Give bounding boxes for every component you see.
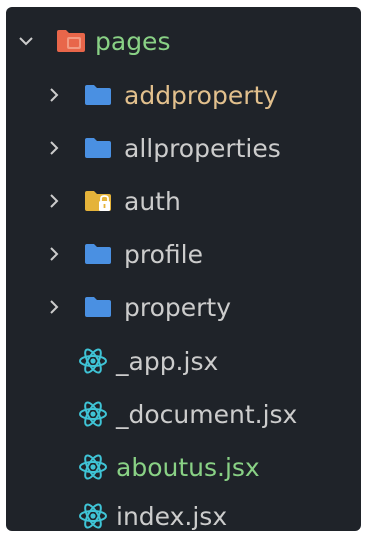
react-icon xyxy=(78,346,108,376)
lock-folder-icon xyxy=(84,190,112,212)
tree-file-aboutus-jsx[interactable]: aboutus.jsx xyxy=(6,441,361,493)
folder-label: auth xyxy=(124,186,181,216)
tree-folder-profile[interactable]: profile xyxy=(6,228,361,280)
folder-label: profile xyxy=(124,239,203,269)
folder-icon xyxy=(84,296,112,318)
react-icon xyxy=(78,452,108,482)
chevron-right-icon[interactable] xyxy=(44,244,64,264)
pages-folder-icon xyxy=(56,29,86,53)
chevron-down-icon[interactable] xyxy=(16,31,36,51)
tree-folder-auth[interactable]: auth xyxy=(6,175,361,227)
chevron-right-icon[interactable] xyxy=(44,297,64,317)
react-icon xyxy=(78,399,108,429)
folder-label: allproperties xyxy=(124,133,281,163)
folder-label: property xyxy=(124,292,232,322)
file-label: _document.jsx xyxy=(116,399,298,429)
tree-folder-addproperty[interactable]: addproperty xyxy=(6,69,361,121)
file-label: index.jsx xyxy=(116,501,228,531)
tree-folder-allproperties[interactable]: allproperties xyxy=(6,122,361,174)
tree-file-app-jsx[interactable]: _app.jsx xyxy=(6,335,361,387)
tree-root-pages[interactable]: pages xyxy=(6,15,361,67)
folder-label: addproperty xyxy=(124,80,279,110)
file-label: _app.jsx xyxy=(116,346,219,376)
file-explorer-panel: pages addproperty allproperties auth pro… xyxy=(6,7,361,531)
chevron-right-icon[interactable] xyxy=(44,191,64,211)
folder-icon xyxy=(84,137,112,159)
tree-folder-property[interactable]: property xyxy=(6,281,361,333)
file-label: aboutus.jsx xyxy=(116,452,260,482)
folder-label: pages xyxy=(95,26,171,56)
chevron-right-icon[interactable] xyxy=(44,138,64,158)
tree-file-document-jsx[interactable]: _document.jsx xyxy=(6,388,361,440)
folder-icon xyxy=(84,84,112,106)
tree-file-index-jsx[interactable]: index.jsx xyxy=(6,490,361,531)
chevron-right-icon[interactable] xyxy=(44,85,64,105)
react-icon xyxy=(78,501,108,531)
folder-icon xyxy=(84,243,112,265)
